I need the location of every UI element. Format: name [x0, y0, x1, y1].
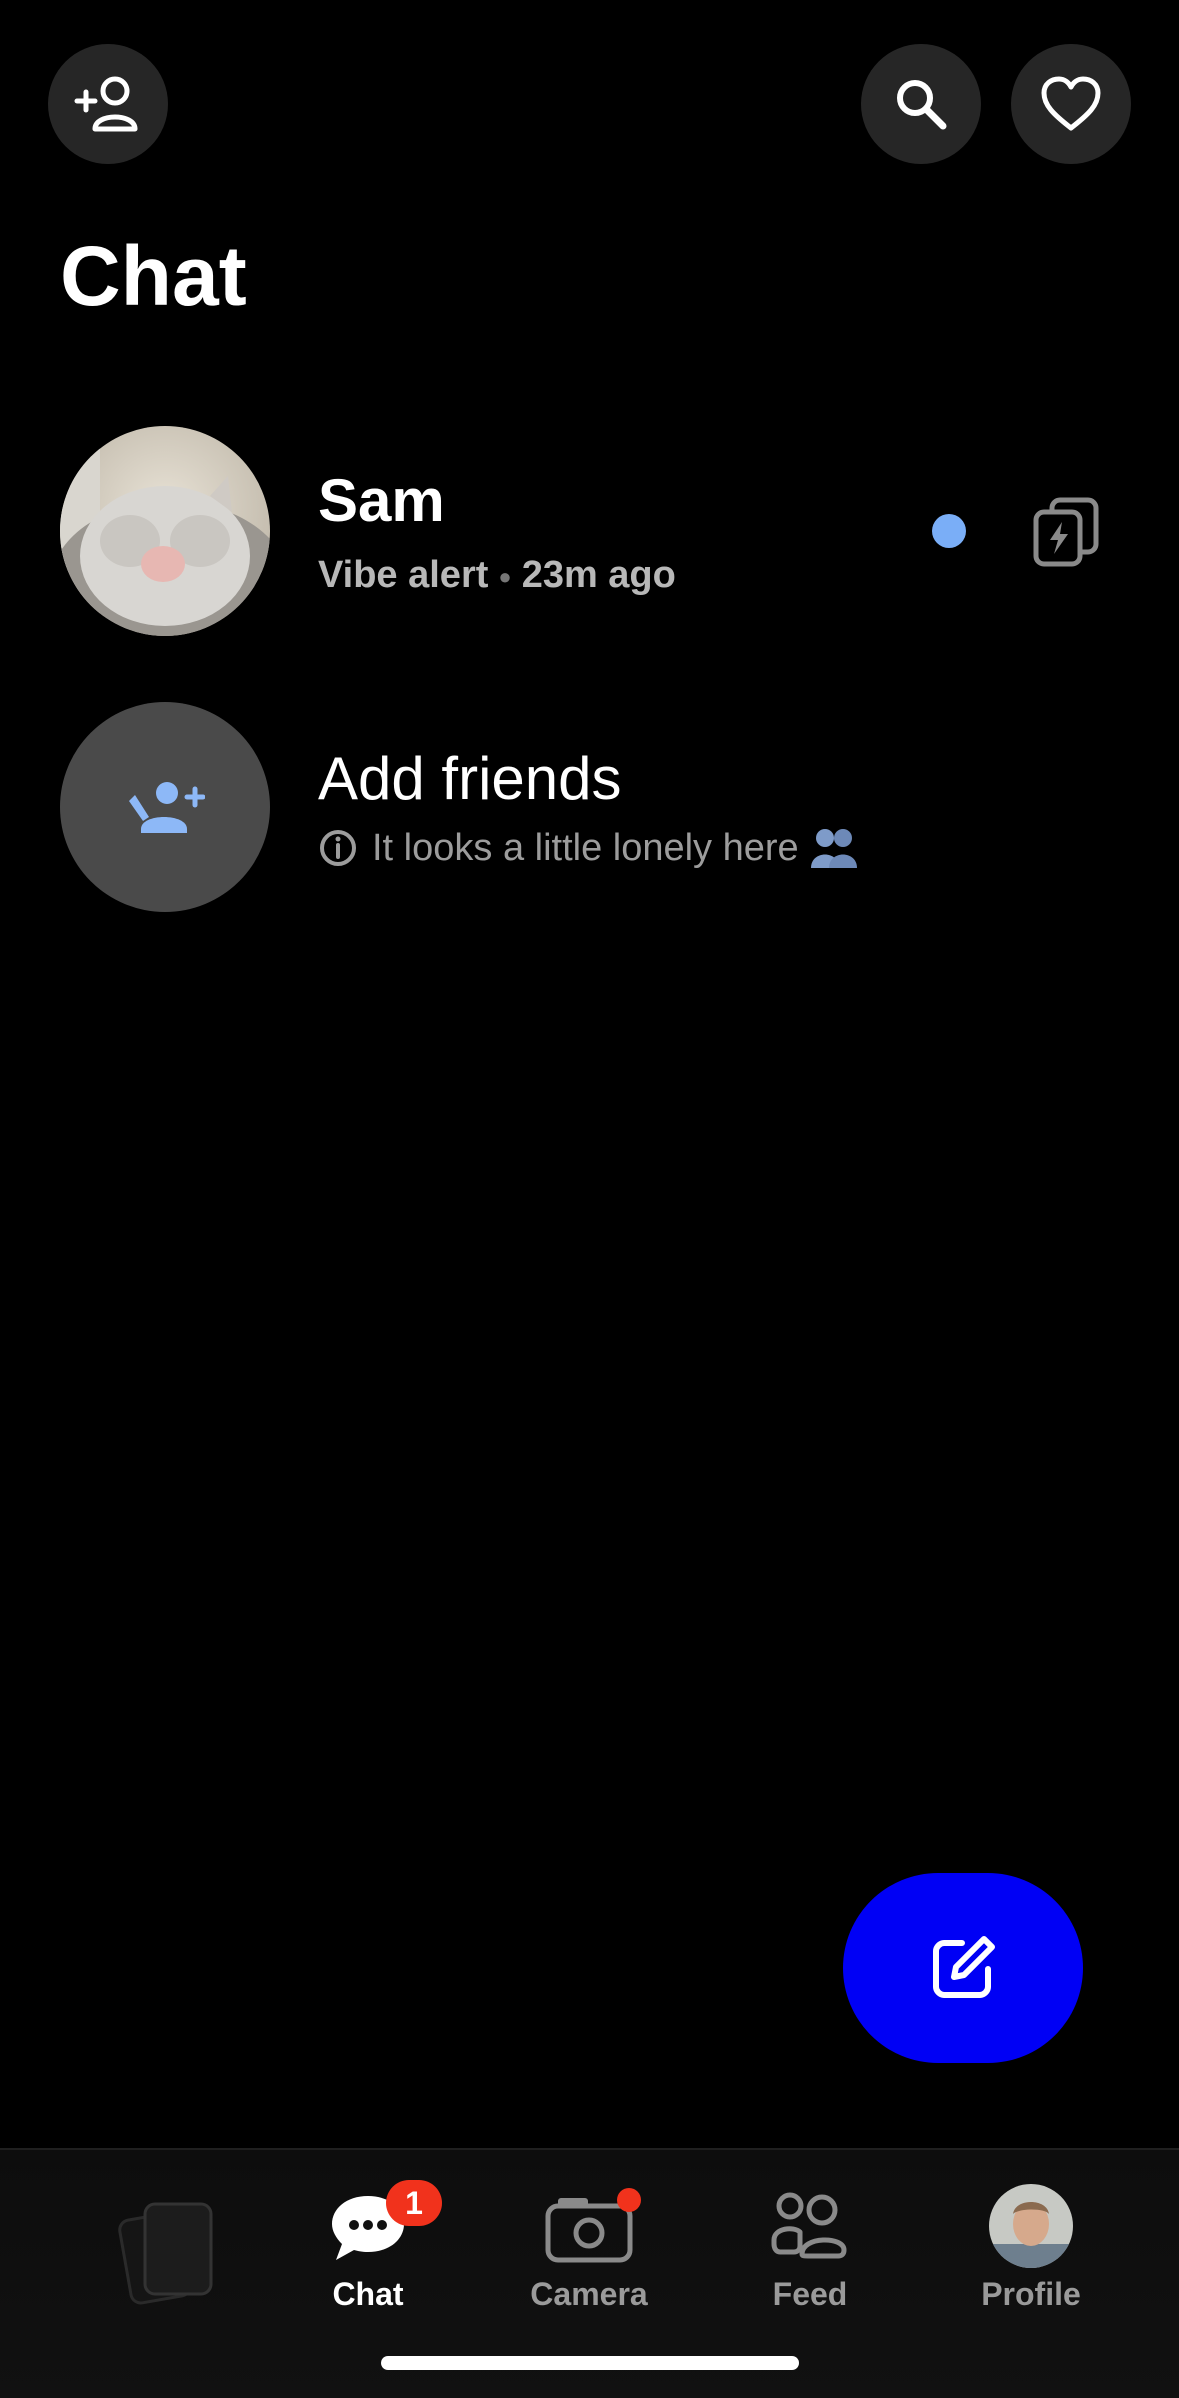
add-friends-title: Add friends — [318, 745, 622, 812]
tab-label-feed: Feed — [772, 2276, 848, 2312]
chat-row-sam[interactable]: Sam Vibe alert ● 23m ago — [0, 426, 1179, 636]
camera-notification-dot — [617, 2188, 641, 2212]
separator-dot: ● — [498, 563, 512, 589]
chat-subtitle: Vibe alert ● 23m ago — [318, 554, 676, 597]
flash-cards-icon — [1033, 497, 1099, 567]
contact-name: Sam — [318, 467, 445, 534]
heart-icon — [1041, 76, 1101, 131]
wave-add-person-icon — [129, 782, 205, 833]
add-friends-avatar — [60, 702, 270, 912]
chat-time: 23m ago — [521, 554, 676, 596]
add-friends-hint: It looks a little lonely here — [318, 826, 859, 870]
tab-camera[interactable]: Camera — [489, 2186, 689, 2313]
tab-feed[interactable]: Feed — [710, 2186, 910, 2313]
tab-profile[interactable]: Profile — [931, 2184, 1131, 2313]
hint-text: It looks a little lonely here — [372, 826, 799, 869]
page-title: Chat — [60, 229, 247, 323]
tab-label-camera: Camera — [530, 2276, 648, 2312]
info-icon — [320, 830, 356, 866]
chat-unread-badge: 1 — [386, 2180, 442, 2226]
tab-cards[interactable] — [68, 2198, 268, 2313]
vibe-cards-button[interactable] — [1028, 494, 1104, 570]
profile-avatar — [989, 2184, 1073, 2268]
tab-label-chat: Chat — [332, 2276, 404, 2312]
compose-button[interactable] — [843, 1873, 1083, 2063]
friends-icon — [771, 2192, 847, 2259]
search-icon — [897, 80, 947, 130]
people-emoji-icon — [810, 829, 857, 868]
add-person-icon — [74, 76, 138, 132]
favorites-button[interactable] — [1011, 44, 1131, 164]
add-friends-row[interactable]: Add friends It looks a little lonely her… — [0, 702, 1179, 912]
search-button[interactable] — [861, 44, 981, 164]
unread-indicator — [932, 514, 966, 548]
tab-chat[interactable]: 1 Chat — [268, 2180, 468, 2313]
home-indicator — [381, 2356, 799, 2370]
avatar — [60, 426, 270, 636]
tab-label-profile: Profile — [981, 2276, 1081, 2312]
add-friend-button[interactable] — [48, 44, 168, 164]
compose-icon — [933, 1936, 995, 1998]
chat-status: Vibe alert — [318, 554, 489, 596]
cards-stack-icon — [118, 2202, 213, 2305]
